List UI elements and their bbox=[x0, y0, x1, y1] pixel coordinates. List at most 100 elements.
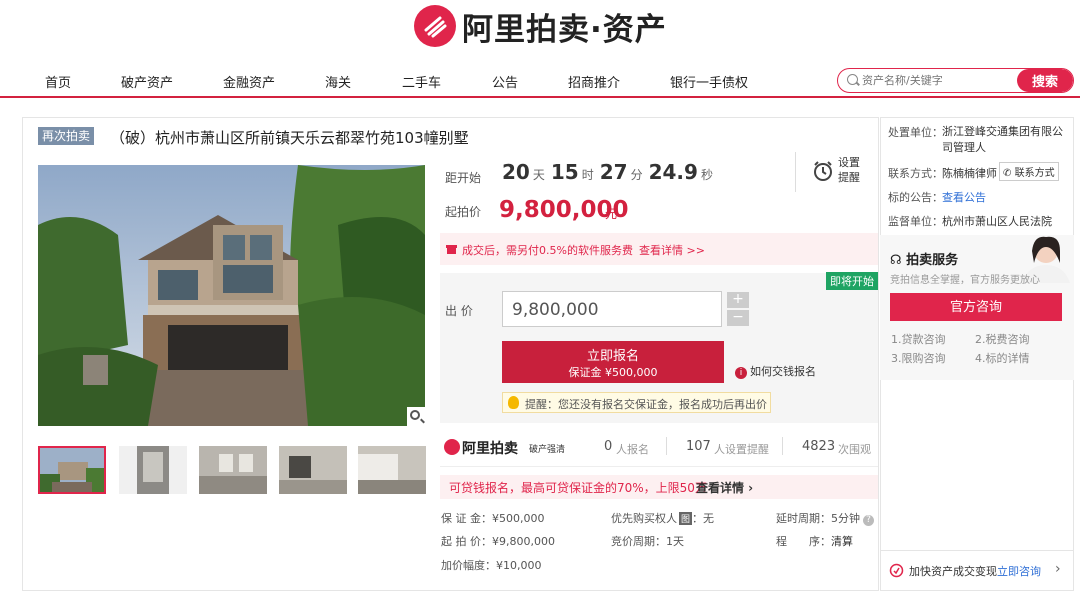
countdown-label: 距开始 bbox=[445, 171, 482, 185]
divider bbox=[782, 437, 783, 455]
nav-notice[interactable]: 公告 bbox=[492, 72, 518, 91]
priority-buyer-label: 优先购买权人 bbox=[611, 512, 677, 525]
priority-info-icon[interactable]: 图 bbox=[679, 512, 693, 525]
fee-detail-link[interactable]: 查看详情 >> bbox=[639, 242, 705, 258]
set-reminder-label: 设置提醒 bbox=[838, 156, 860, 184]
lightbulb-icon bbox=[508, 396, 519, 409]
zoom-icon[interactable] bbox=[407, 407, 426, 426]
question-item-detail[interactable]: 4.标的详情 bbox=[975, 350, 1030, 366]
alibaba-auction-logo-icon bbox=[414, 5, 456, 47]
consult-now-link[interactable]: 立即咨询 bbox=[997, 563, 1041, 579]
auction-logo-icon bbox=[444, 439, 460, 455]
official-consult-button[interactable]: 官方咨询 bbox=[890, 293, 1062, 321]
bid-amount-input[interactable]: 9,800,000 bbox=[502, 291, 722, 327]
fee-text: 成交后，需另付0.5%的软件服务费 bbox=[462, 244, 633, 257]
question-loan[interactable]: 1.贷款咨询 bbox=[891, 331, 946, 347]
disposal-unit-label: 处置单位： bbox=[888, 126, 943, 139]
signup-count-label: 人报名 bbox=[616, 443, 649, 456]
thumbnail-5[interactable] bbox=[358, 446, 426, 494]
search-button[interactable]: 搜索 bbox=[1017, 69, 1073, 92]
deposit-detail: 保 证 金：¥500,000 bbox=[441, 512, 545, 525]
remind-count: 107 bbox=[686, 439, 711, 454]
thumbnail-2[interactable] bbox=[119, 446, 187, 494]
bidding-cycle-detail: 竞价周期：1天 bbox=[611, 535, 684, 548]
info-icon: i bbox=[735, 367, 747, 379]
increase-bid-button[interactable]: + bbox=[727, 292, 749, 308]
signup-main-label: 立即报名 bbox=[586, 348, 639, 364]
fast-sale-icon bbox=[889, 563, 904, 578]
deposit-tip: 提醒：您还没有报名交保证金，报名成功后再出价 bbox=[502, 392, 771, 413]
delay-cycle-detail: 延时周期：5分钟? bbox=[776, 510, 874, 526]
search-box: 搜索 bbox=[837, 68, 1074, 93]
procedure-label: 程 序： bbox=[776, 535, 831, 548]
increment-detail: 加价幅度：¥10,000 bbox=[441, 559, 542, 572]
countdown-days: 20 bbox=[502, 160, 530, 184]
nav-bankruptcy[interactable]: 破产资产 bbox=[121, 72, 173, 91]
stats-row: 阿里拍卖 破产强清 0 人报名 107 人设置提醒 4823 次围观 bbox=[440, 433, 878, 467]
days-unit: 天 bbox=[532, 168, 545, 182]
start-price-label: 起拍价 bbox=[445, 205, 482, 219]
start-price-detail: 起 拍 价：¥9,800,000 bbox=[441, 535, 555, 548]
how-to-pay-text: 如何交钱报名 bbox=[750, 365, 816, 378]
procedure-detail: 程 序：清算 bbox=[776, 533, 853, 549]
main-photo[interactable] bbox=[38, 165, 425, 426]
question-tax[interactable]: 2.税费咨询 bbox=[975, 331, 1030, 347]
loan-detail-link[interactable]: 查看详情 › bbox=[696, 479, 753, 496]
countdown-minutes: 27 bbox=[599, 160, 628, 184]
stats-brand-sub: 破产强清 bbox=[529, 445, 566, 455]
nav-customs[interactable]: 海关 bbox=[325, 72, 351, 91]
thumbnail-4[interactable] bbox=[279, 446, 347, 494]
countdown-seconds: 24.9 bbox=[648, 160, 698, 184]
fee-notice: 成交后，需另付0.5%的软件服务费 查看详情 >> bbox=[440, 233, 878, 265]
search-icon bbox=[847, 74, 858, 85]
starting-soon-badge: 即将开始 bbox=[826, 272, 878, 290]
fast-sale-bar[interactable]: 加快资产成交变现 立即咨询 › bbox=[880, 550, 1074, 591]
view-notice-link[interactable]: 查看公告 bbox=[942, 189, 986, 205]
decrease-bid-button[interactable]: − bbox=[727, 310, 749, 326]
service-desc: 竞拍信息全掌握，官方服务更放心 bbox=[890, 275, 1040, 286]
price-unit: 元 bbox=[605, 207, 618, 221]
stats-brand: 阿里拍卖 bbox=[462, 441, 518, 457]
thumbnail-3[interactable] bbox=[199, 446, 267, 494]
nav-used-car[interactable]: 二手车 bbox=[402, 72, 441, 91]
notice-label: 标的公告： bbox=[888, 191, 943, 204]
hours-unit: 时 bbox=[581, 168, 594, 182]
procedure-value: 清算 bbox=[831, 535, 853, 548]
deposit-tip-text: 提醒：您还没有报名交保证金，报名成功后再出价 bbox=[525, 398, 767, 411]
question-purchase-limit[interactable]: 3.限购咨询 bbox=[891, 350, 946, 366]
headset-icon: ☊ bbox=[890, 253, 902, 268]
contact-value: 陈楠楠律师 bbox=[942, 167, 997, 180]
set-reminder[interactable]: 设置提醒 bbox=[795, 152, 870, 192]
loan-notice: 可贷钱报名，最高可贷保证金的70%，上限50万 查看详情 › bbox=[440, 475, 878, 499]
contact-label: 联系方式： bbox=[888, 167, 943, 180]
disposal-unit-value: 浙江登峰交通集团有限公司管理人 bbox=[942, 125, 1063, 154]
nav-home[interactable]: 首页 bbox=[45, 72, 71, 91]
brand-logo[interactable]: 阿里拍卖·资产 bbox=[414, 5, 667, 48]
signup-button[interactable]: 立即报名 保证金 ¥500,000 bbox=[502, 341, 724, 383]
loan-notice-text: 可贷钱报名，最高可贷保证金的70%，上限50万 bbox=[449, 481, 707, 495]
how-to-pay-link[interactable]: i 如何交钱报名 bbox=[735, 363, 816, 379]
signup-count: 0 bbox=[604, 439, 613, 454]
contact-button[interactable]: ✆ 联系方式 bbox=[999, 162, 1059, 181]
thumbnail-1[interactable] bbox=[38, 446, 106, 494]
fast-sale-text: 加快资产成交变现 bbox=[909, 565, 997, 578]
chevron-right-icon: › bbox=[1055, 561, 1061, 577]
priority-buyer-value: ：无 bbox=[692, 512, 715, 525]
search-input[interactable] bbox=[862, 69, 1022, 92]
remind-count-label: 人设置提醒 bbox=[714, 443, 769, 456]
reauction-tag: 再次拍卖 bbox=[38, 127, 95, 145]
view-count-label: 次围观 bbox=[838, 443, 871, 456]
divider bbox=[666, 437, 667, 455]
nav-financial[interactable]: 金融资产 bbox=[223, 72, 275, 91]
nav-investment[interactable]: 招商推介 bbox=[568, 72, 620, 91]
service-title-text: 拍卖服务 bbox=[906, 253, 959, 268]
countdown: 20 天 15 时 27 分 24.9 秒 bbox=[502, 160, 719, 184]
supervisor-value: 杭州市萧山区人民法院 bbox=[942, 215, 1052, 228]
seconds-unit: 秒 bbox=[700, 168, 713, 182]
signup-deposit-label: 保证金 ¥500,000 bbox=[568, 365, 658, 379]
supervisor-label: 监督单位： bbox=[888, 215, 943, 228]
minutes-unit: 分 bbox=[630, 168, 643, 182]
gift-icon bbox=[446, 245, 457, 254]
nav-bank-debt[interactable]: 银行一手债权 bbox=[670, 72, 748, 91]
help-icon[interactable]: ? bbox=[863, 515, 874, 526]
